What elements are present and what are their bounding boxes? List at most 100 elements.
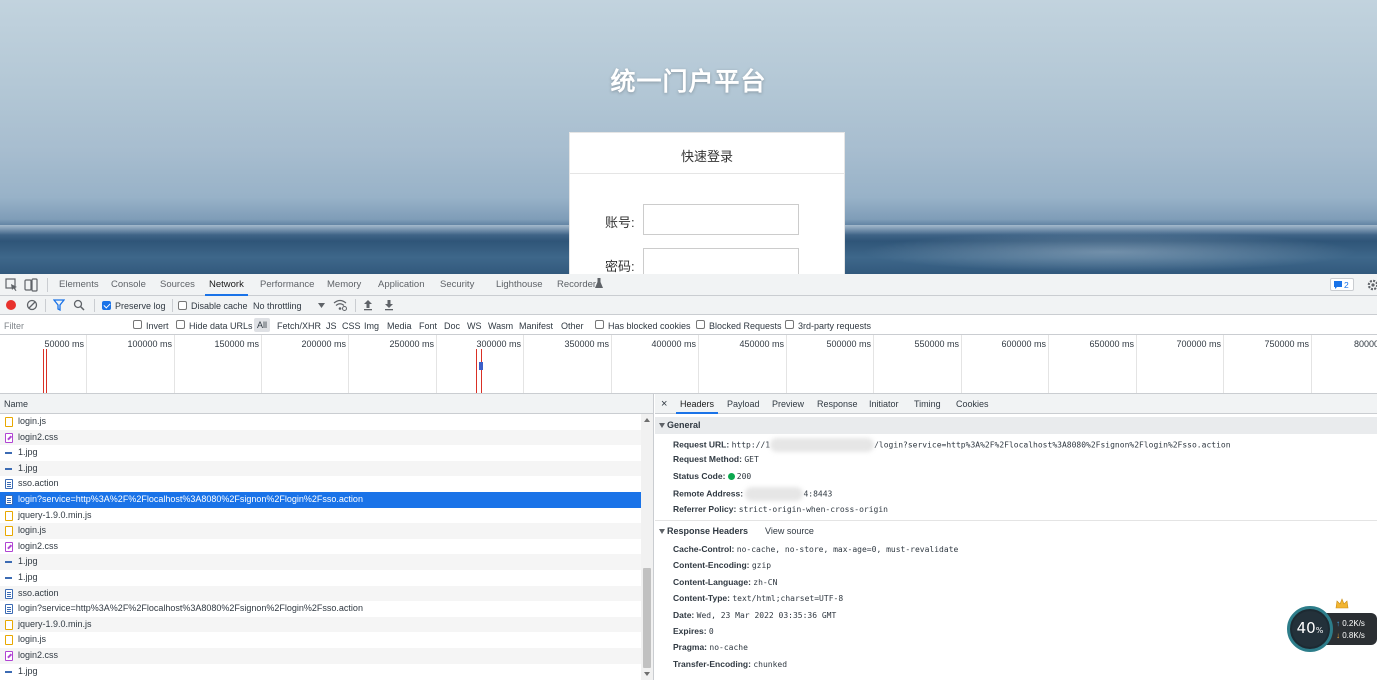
response-headers-section-header[interactable]: Response Headers View source <box>655 523 1377 540</box>
sea-glint <box>860 232 1360 272</box>
type-filter-wasm[interactable]: Wasm <box>488 321 513 331</box>
request-row[interactable]: sso.action <box>0 476 641 492</box>
js-file-icon <box>5 526 13 537</box>
request-row[interactable]: login2.css <box>0 538 641 555</box>
login-header: 快速登录 <box>570 133 844 174</box>
request-row[interactable]: login.js <box>0 523 641 539</box>
chevron-down-icon <box>318 303 325 308</box>
scroll-down-icon[interactable] <box>644 672 650 676</box>
request-row[interactable]: login2.css <box>0 429 641 446</box>
request-row[interactable]: 1.jpg <box>0 460 641 477</box>
view-source-link[interactable]: View source <box>765 523 814 540</box>
search-icon[interactable] <box>73 299 85 311</box>
disable-cache-checkbox[interactable] <box>178 301 187 310</box>
request-row[interactable]: login?service=http%3A%2F%2Flocalhost%3A8… <box>0 601 641 617</box>
account-input[interactable] <box>643 204 799 235</box>
tab-payload[interactable]: Payload <box>727 394 760 414</box>
tick-label: 250000 ms <box>389 339 434 349</box>
type-filter-all[interactable]: All <box>254 318 271 332</box>
request-row[interactable]: jquery-1.9.0.min.js <box>0 507 641 524</box>
tab-sources[interactable]: Sources <box>160 274 195 296</box>
request-list-scrollbar[interactable] <box>641 414 653 680</box>
tab-cookies[interactable]: Cookies <box>956 394 989 414</box>
tab-timing[interactable]: Timing <box>914 394 941 414</box>
record-stop-icon[interactable] <box>5 299 17 311</box>
request-url-prefix: http://1 <box>731 440 771 450</box>
type-filter-ws[interactable]: WS <box>467 321 482 331</box>
tick-label: 400000 ms <box>651 339 696 349</box>
tick-label: 50000 ms <box>44 339 84 349</box>
tab-application[interactable]: Application <box>378 274 424 296</box>
type-filter-fetch-xhr[interactable]: Fetch/XHR <box>277 321 321 331</box>
request-row[interactable]: login2.css <box>0 648 641 664</box>
name-column-header[interactable]: Name <box>0 394 653 414</box>
usage-percent-unit: % <box>1315 626 1324 635</box>
general-section-header[interactable]: General <box>655 417 1377 434</box>
request-name: jquery-1.9.0.min.js <box>18 509 92 520</box>
tab-response[interactable]: Response <box>817 394 858 414</box>
filter-icon[interactable] <box>53 299 65 311</box>
type-filter-css[interactable]: CSS <box>342 321 361 331</box>
inspect-element-icon[interactable] <box>5 278 19 292</box>
timeline-tick: 80000 <box>1312 335 1377 393</box>
tick-label: 500000 ms <box>826 339 871 349</box>
third-party-checkbox[interactable] <box>785 320 794 329</box>
settings-gear-icon[interactable] <box>1366 278 1377 292</box>
hide-data-urls-checkbox[interactable] <box>176 320 185 329</box>
tab-headers[interactable]: Headers <box>676 394 719 414</box>
blocked-requests-checkbox[interactable] <box>696 320 705 329</box>
type-filter-doc[interactable]: Doc <box>444 321 460 331</box>
account-row: 账号: <box>570 204 844 235</box>
request-name: login.js <box>18 525 47 536</box>
request-row[interactable]: sso.action <box>0 585 641 602</box>
network-conditions-icon[interactable] <box>333 299 347 311</box>
img-file-icon <box>5 464 13 474</box>
request-row[interactable]: jquery-1.9.0.min.js <box>0 616 641 633</box>
filter-input[interactable]: Filter <box>4 321 24 331</box>
clear-icon[interactable] <box>26 299 38 311</box>
tab-recorder[interactable]: Recorder <box>557 274 596 296</box>
export-har-icon[interactable] <box>383 299 395 311</box>
tab-console[interactable]: Console <box>111 274 146 296</box>
close-icon[interactable]: × <box>661 394 667 414</box>
request-row[interactable]: 1.jpg <box>0 554 641 570</box>
invert-checkbox[interactable] <box>133 320 142 329</box>
tab-lighthouse[interactable]: Lighthouse <box>496 274 542 296</box>
tick-label: 100000 ms <box>127 339 172 349</box>
tab-performance[interactable]: Performance <box>260 274 314 296</box>
preserve-log-checkbox[interactable] <box>102 301 111 310</box>
type-filter-manifest[interactable]: Manifest <box>519 321 553 331</box>
request-name: 1.jpg <box>18 462 38 473</box>
scroll-up-icon[interactable] <box>644 418 650 422</box>
app: 统一门户平台 快速登录 账号: 密码: Elements Console Sou… <box>0 0 1377 680</box>
request-row[interactable]: 1.jpg <box>0 570 641 586</box>
request-row[interactable]: login.js <box>0 632 641 648</box>
import-har-icon[interactable] <box>362 299 374 311</box>
toolbar-divider <box>94 299 95 312</box>
device-toolbar-icon[interactable] <box>24 278 38 292</box>
tab-security[interactable]: Security <box>440 274 474 296</box>
request-row[interactable]: login?service=http%3A%2F%2Flocalhost%3A8… <box>0 492 641 508</box>
has-blocked-cookies-checkbox[interactable] <box>595 320 604 329</box>
request-row[interactable]: login.js <box>0 414 641 430</box>
type-filter-other[interactable]: Other <box>561 321 584 331</box>
tab-memory[interactable]: Memory <box>327 274 361 296</box>
request-row[interactable]: 1.jpg <box>0 445 641 461</box>
request-row[interactable]: 1.jpg <box>0 663 641 680</box>
type-filter-font[interactable]: Font <box>419 321 437 331</box>
network-speed-widget[interactable]: 40% ↑ 0.2K/s ↓ 0.8K/s <box>1287 598 1377 652</box>
throttling-select[interactable]: No throttling <box>253 301 302 311</box>
remote-address-label: Remote Address: <box>673 488 744 499</box>
type-filter-js[interactable]: JS <box>326 321 337 331</box>
scrollbar-thumb[interactable] <box>643 568 651 668</box>
tab-elements[interactable]: Elements <box>59 274 99 296</box>
tab-initiator[interactable]: Initiator <box>869 394 899 414</box>
upload-speed: ↑ 0.2K/s <box>1336 619 1365 628</box>
type-filter-media[interactable]: Media <box>387 321 412 331</box>
password-input[interactable] <box>643 248 799 274</box>
tab-network[interactable]: Network <box>205 274 248 296</box>
issues-badge[interactable]: 2 <box>1330 278 1354 291</box>
tab-preview[interactable]: Preview <box>772 394 804 414</box>
timeline-overview[interactable]: 50000 ms 100000 ms 150000 ms 200000 ms 2… <box>0 335 1377 394</box>
type-filter-img[interactable]: Img <box>364 321 379 331</box>
